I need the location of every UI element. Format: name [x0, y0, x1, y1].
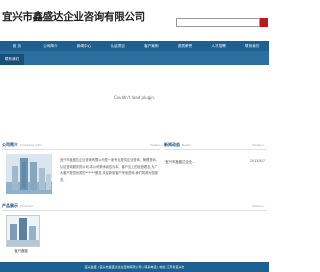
nav-home[interactable]: 首 页 — [0, 41, 34, 51]
main-nav: 首 页 公司简介 新闻中心 认证项目 客户案例 资质荣誉 人才招聘 联系我们 — [0, 41, 269, 51]
nav-contact[interactable]: 联系我们 — [235, 41, 269, 51]
company-intro-subtitle: Company intro — [20, 143, 43, 147]
company-intro-title: 公司简介 Company intro — [2, 142, 42, 148]
nav-company-intro[interactable]: 公司简介 — [34, 41, 68, 51]
banner-plugin-area: Couldn't load plugin. — [0, 65, 269, 133]
plugin-error-message: Couldn't load plugin. — [113, 95, 156, 100]
news-title-text: 新闻动态 — [164, 142, 180, 147]
products-subtitle: Products — [20, 204, 33, 208]
divider — [164, 149, 267, 150]
company-intro-title-text: 公司简介 — [2, 142, 18, 147]
nav-jobs[interactable]: 人才招聘 — [202, 41, 236, 51]
product-thumbnail[interactable] — [6, 215, 40, 247]
news-more-link[interactable]: more>> — [252, 143, 265, 147]
products-title: 产品展示 Products — [2, 203, 33, 209]
product-image — [7, 216, 39, 246]
search-input[interactable] — [176, 18, 260, 27]
nav-honors[interactable]: 资质荣誉 — [168, 41, 202, 51]
sub-nav-tab-contact[interactable]: 联系我们 — [0, 54, 24, 65]
products-title-text: 产品展示 — [2, 203, 18, 208]
news-title: 新闻动态 News — [164, 142, 190, 148]
news-item-link[interactable]: ·宜兴市鑫盛达企业... — [164, 159, 195, 164]
main-content: 公司简介 Company intro more>> 宜兴市鑫盛达企业咨询有限公司是… — [0, 138, 269, 262]
building-image — [6, 154, 52, 194]
search-button[interactable] — [260, 18, 268, 27]
nav-cases[interactable]: 客户案例 — [135, 41, 169, 51]
footer: 宜兴鑫盛 | 宜兴市鑫盛达企业咨询有限公司 | 联系电话 | 地址:江苏省宜兴市 — [0, 262, 269, 272]
company-intro-text: 宜兴市鑫盛达企业咨询有限公司是一家专业提供企业咨询、管理咨询、认证咨询服务的公司… — [60, 158, 159, 182]
divider — [2, 210, 267, 211]
nav-news[interactable]: 新闻中心 — [67, 41, 101, 51]
company-intro-more-link[interactable]: more>> — [150, 143, 163, 147]
site-header: 宜兴市鑫盛达企业咨询有限公司 — [0, 0, 269, 38]
products-more-link[interactable]: more>> — [252, 204, 265, 208]
news-item-date: 2013/8/7 — [249, 159, 265, 163]
site-title: 宜兴市鑫盛达企业咨询有限公司 — [2, 11, 145, 23]
divider — [2, 149, 160, 150]
news-subtitle: News — [182, 143, 191, 147]
product-caption[interactable]: 宜兴鑫盛 — [4, 248, 38, 253]
sub-nav: 联系我们 — [0, 51, 269, 65]
nav-certification[interactable]: 认证项目 — [101, 41, 135, 51]
